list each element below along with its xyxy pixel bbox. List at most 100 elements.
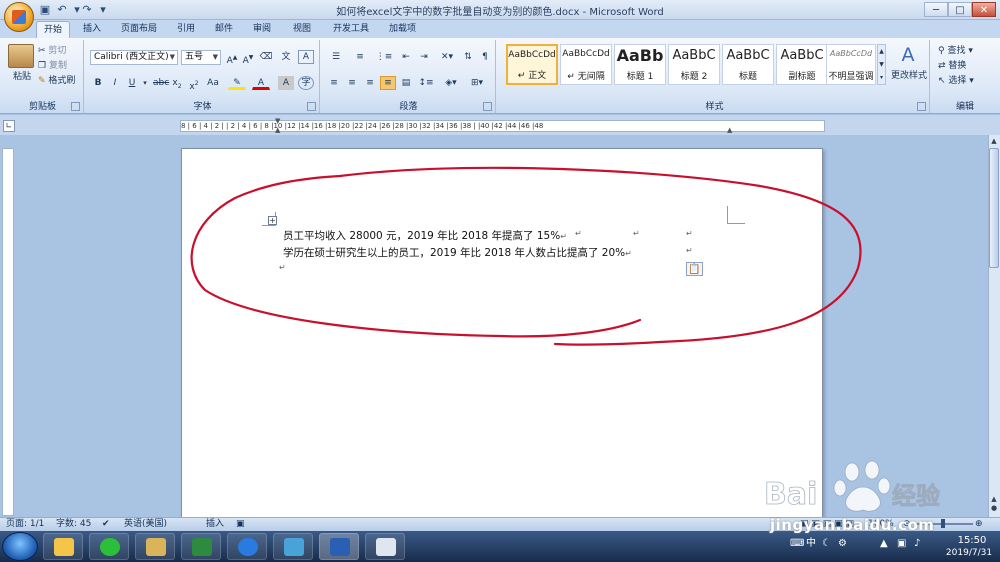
taskbar-app-sogou[interactable]: [227, 533, 267, 560]
multilevel-list-icon[interactable]: ⋮≡: [374, 50, 394, 64]
document-line-2[interactable]: 学历在硕士研究生以上的员工，2019 年比 2018 年人数占比提高了 20%↵: [283, 245, 632, 260]
document-page[interactable]: [181, 148, 823, 520]
status-language[interactable]: 英语(美国): [124, 518, 167, 530]
tab-home[interactable]: 开始: [36, 21, 71, 38]
font-name-combo[interactable]: Calibri (西文正文) ▼: [90, 50, 178, 65]
change-styles-label[interactable]: 更改样式: [889, 69, 929, 83]
font-color-icon[interactable]: A: [252, 76, 270, 90]
cut-button[interactable]: ✂ 剪切: [38, 44, 66, 58]
clear-format-icon[interactable]: ⌫: [258, 50, 274, 64]
style-subtitle[interactable]: AaBbC 副标题: [776, 44, 828, 85]
bold-icon[interactable]: B: [91, 76, 105, 90]
borders-icon[interactable]: ⊞▾: [466, 76, 488, 90]
clock-date[interactable]: 2019/7/31: [940, 548, 998, 558]
close-button[interactable]: ✕: [972, 2, 996, 17]
italic-icon[interactable]: I: [108, 76, 122, 90]
status-word-count[interactable]: 字数: 45: [56, 518, 91, 530]
chevron-down-icon[interactable]: ▾: [141, 76, 149, 90]
undo-icon[interactable]: ↶: [55, 3, 69, 17]
font-dialog-launcher-icon[interactable]: [307, 102, 316, 111]
copy-button[interactable]: ❐ 复制: [38, 59, 67, 73]
strikethrough-icon[interactable]: abc: [152, 76, 169, 90]
distributed-icon[interactable]: ▤: [398, 76, 414, 90]
first-indent-marker-icon[interactable]: ▼: [275, 118, 281, 125]
change-styles-icon[interactable]: A: [896, 44, 920, 66]
tab-mailings[interactable]: 邮件: [208, 21, 240, 38]
tab-insert[interactable]: 插入: [76, 21, 108, 38]
tab-page-layout[interactable]: 页面布局: [114, 21, 164, 38]
char-shading-icon[interactable]: A: [278, 76, 294, 90]
underline-icon[interactable]: U: [125, 76, 139, 90]
tab-review[interactable]: 审阅: [246, 21, 278, 38]
bullets-icon[interactable]: ☰: [326, 50, 346, 64]
status-page[interactable]: 页面: 1/1: [6, 518, 44, 530]
phonetic-guide-icon[interactable]: 文: [278, 50, 294, 64]
style-title[interactable]: AaBbC 标题: [722, 44, 774, 85]
show-hidden-icons[interactable]: ▲: [880, 537, 888, 551]
decrease-indent-icon[interactable]: ⇤: [398, 50, 414, 64]
align-center-icon[interactable]: ≡: [344, 76, 360, 90]
style-normal[interactable]: AaBbCcDd ↵ 正文: [506, 44, 558, 85]
taskbar-app-explorer[interactable]: [135, 533, 175, 560]
show-marks-icon[interactable]: ¶: [478, 50, 492, 64]
scroll-thumb[interactable]: [989, 148, 999, 268]
ime-icon[interactable]: ⌨: [790, 537, 804, 551]
shading-icon[interactable]: ◈▾: [440, 76, 462, 90]
style-heading-1[interactable]: AaBb 标题 1: [614, 44, 666, 85]
paste-button-label[interactable]: 粘贴: [9, 70, 35, 84]
increase-indent-icon[interactable]: ⇥: [416, 50, 432, 64]
taskbar-app-word[interactable]: [319, 533, 359, 560]
change-case-icon[interactable]: Aa: [204, 76, 222, 90]
paragraph-dialog-launcher-icon[interactable]: [483, 102, 492, 111]
clipboard-dialog-launcher-icon[interactable]: [71, 102, 80, 111]
spell-check-icon[interactable]: ✔: [102, 518, 110, 530]
maximize-button[interactable]: □: [948, 2, 972, 17]
redo-icon[interactable]: ↷: [80, 3, 94, 17]
minimize-button[interactable]: ─: [924, 2, 948, 17]
network-icon[interactable]: ▣: [897, 537, 906, 551]
customize-qat-icon[interactable]: ▾: [96, 3, 110, 17]
taskbar-app-wechat[interactable]: [89, 533, 129, 560]
style-no-spacing[interactable]: AaBbCcDd ↵ 无间隔: [560, 44, 612, 85]
volume-icon[interactable]: ♪: [914, 537, 920, 551]
line-spacing-icon[interactable]: ↕≡: [416, 76, 436, 90]
vertical-ruler[interactable]: [2, 148, 14, 516]
select-button[interactable]: ↖ 选择 ▾: [938, 74, 974, 88]
highlight-icon[interactable]: ✎: [228, 76, 246, 90]
find-button[interactable]: ⚲ 查找 ▾: [938, 44, 973, 58]
asian-layout-icon[interactable]: ✕▾: [436, 50, 458, 64]
tab-references[interactable]: 引用: [170, 21, 202, 38]
taskbar-app-excel[interactable]: [181, 533, 221, 560]
tray-moon-icon[interactable]: ☾: [822, 537, 831, 551]
scroll-up-icon[interactable]: ▲: [989, 136, 999, 146]
justify-icon[interactable]: ≡: [380, 76, 396, 90]
grow-font-icon[interactable]: A▲: [224, 50, 240, 66]
office-button[interactable]: [4, 2, 34, 32]
superscript-icon[interactable]: x2: [187, 76, 201, 92]
taskbar-app-glass[interactable]: [273, 533, 313, 560]
status-insert-mode[interactable]: 插入: [206, 518, 224, 530]
align-right-icon[interactable]: ≡: [362, 76, 378, 90]
start-button[interactable]: [2, 532, 38, 561]
format-painter-button[interactable]: ✎ 格式刷: [38, 74, 75, 88]
taskbar-app-paint[interactable]: [365, 533, 405, 560]
table-move-handle-icon[interactable]: +: [268, 216, 277, 225]
browse-object-icon[interactable]: ●: [989, 503, 999, 513]
tray-settings-icon[interactable]: ⚙: [838, 537, 847, 551]
align-left-icon[interactable]: ≡: [326, 76, 342, 90]
style-subtle-emphasis[interactable]: AaBbCcDd 不明显强调: [826, 44, 876, 85]
document-line-1[interactable]: 员工平均收入 28000 元，2019 年比 2018 年提高了 15%↵: [283, 228, 567, 243]
tab-addins[interactable]: 加载项: [382, 21, 423, 38]
paste-options-icon[interactable]: 📋: [686, 262, 703, 276]
styles-dialog-launcher-icon[interactable]: [917, 102, 926, 111]
tray-ime-text[interactable]: 中: [806, 537, 816, 551]
macro-record-icon[interactable]: ▣: [236, 518, 245, 530]
tab-view[interactable]: 视图: [286, 21, 318, 38]
taskbar-app-folder[interactable]: [43, 533, 83, 560]
tab-selector-icon[interactable]: ∟: [3, 120, 15, 132]
char-border-icon[interactable]: A: [298, 50, 314, 64]
font-size-combo[interactable]: 五号 ▼: [181, 50, 221, 65]
paste-icon[interactable]: [8, 44, 34, 68]
style-heading-2[interactable]: AaBbC 标题 2: [668, 44, 720, 85]
replace-button[interactable]: ⇄ 替换: [938, 59, 966, 73]
